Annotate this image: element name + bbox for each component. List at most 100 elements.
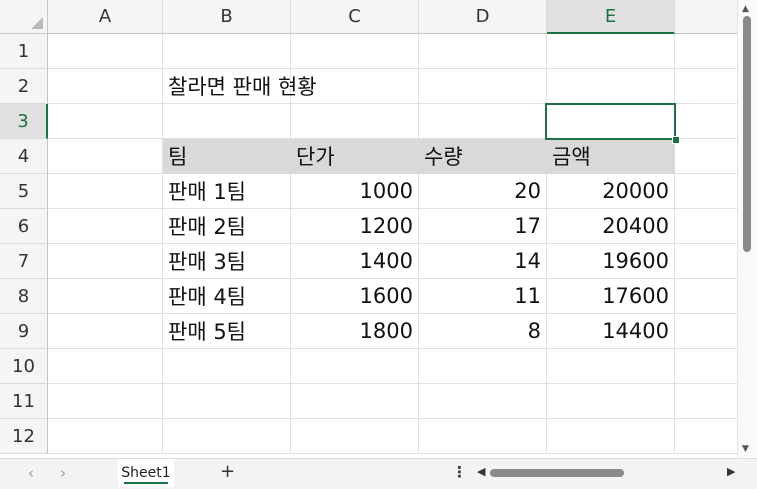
grid-cell[interactable] [547,384,675,419]
table-cell-amount[interactable]: 14400 [547,314,675,349]
table-cell-amount[interactable]: 20400 [547,209,675,244]
scroll-left-icon[interactable]: ◀ [477,465,485,478]
sheet-tab-sheet1[interactable]: Sheet1 [118,459,174,487]
table-cell-quantity[interactable]: 17 [419,209,547,244]
grid-cell[interactable] [675,69,738,104]
grid-cell[interactable] [419,384,547,419]
column-header-blank[interactable] [675,0,738,34]
scroll-down-icon[interactable]: ▼ [742,444,749,454]
table-cell-amount[interactable]: 19600 [547,244,675,279]
vertical-scrollbar[interactable]: ▲ ▼ [737,0,757,458]
grid-cell[interactable] [419,104,547,139]
row-header-10[interactable]: 10 [0,349,48,384]
table-cell-unit-price[interactable]: 1200 [291,209,419,244]
grid-cell[interactable] [163,384,291,419]
grid-cell[interactable] [675,244,738,279]
grid-cell[interactable] [48,314,163,349]
column-header-b[interactable]: B [163,0,291,34]
grid-cell[interactable] [675,139,738,174]
grid-cell[interactable] [675,384,738,419]
row-header-6[interactable]: 6 [0,209,48,244]
grid-cell[interactable] [419,419,547,454]
grid-cell[interactable] [48,279,163,314]
table-cell-amount[interactable]: 17600 [547,279,675,314]
grid-cell[interactable] [48,139,163,174]
grid-cell[interactable] [48,69,163,104]
row-header-4[interactable]: 4 [0,139,48,174]
table-header-unit-price[interactable]: 단가 [291,139,419,174]
grid-cell[interactable] [419,349,547,384]
table-cell-team[interactable]: 판매 1팀 [163,174,291,209]
column-header-a[interactable]: A [48,0,163,34]
next-sheet-icon[interactable]: › [60,464,66,482]
row-header-12[interactable]: 12 [0,419,48,454]
grid-cell[interactable] [419,69,547,104]
table-header-team[interactable]: 팀 [163,139,291,174]
select-all-corner[interactable] [0,0,48,34]
more-options-icon[interactable]: ⋮ [452,463,467,481]
table-cell-quantity[interactable]: 20 [419,174,547,209]
grid-cell[interactable] [291,384,419,419]
grid-cell[interactable] [291,34,419,69]
grid-cell[interactable] [675,314,738,349]
grid-cell[interactable] [547,419,675,454]
sheet-title-cell[interactable]: 찰라면 판매 현황 [163,69,317,104]
table-cell-team[interactable]: 판매 3팀 [163,244,291,279]
scroll-up-icon[interactable]: ▲ [742,4,749,14]
grid-cell[interactable] [48,104,163,139]
spreadsheet-grid[interactable]: A B C D E 1 2 3 4 5 6 7 8 9 10 11 12 찰라면… [0,0,738,458]
table-cell-quantity[interactable]: 8 [419,314,547,349]
grid-cell[interactable] [547,349,675,384]
grid-cell[interactable] [675,209,738,244]
fill-handle[interactable] [672,136,680,144]
grid-cell[interactable] [48,349,163,384]
table-header-amount[interactable]: 금액 [547,139,675,174]
grid-cell[interactable] [48,34,163,69]
grid-cell[interactable] [675,349,738,384]
row-header-11[interactable]: 11 [0,384,48,419]
grid-cell[interactable] [547,69,675,104]
grid-cell[interactable] [163,349,291,384]
table-cell-amount[interactable]: 20000 [547,174,675,209]
grid-cell[interactable] [163,104,291,139]
row-header-5[interactable]: 5 [0,174,48,209]
grid-cell[interactable] [675,279,738,314]
grid-cell[interactable] [48,174,163,209]
grid-cell[interactable] [163,34,291,69]
grid-cell[interactable] [547,34,675,69]
active-cell-selection[interactable] [545,103,676,140]
grid-cell[interactable] [291,349,419,384]
table-cell-quantity[interactable]: 11 [419,279,547,314]
add-sheet-icon[interactable]: + [220,461,235,482]
grid-cell[interactable] [675,419,738,454]
vertical-scroll-thumb[interactable] [743,16,751,252]
grid-cell[interactable] [291,419,419,454]
table-cell-unit-price[interactable]: 1000 [291,174,419,209]
grid-cell[interactable] [48,384,163,419]
column-header-d[interactable]: D [419,0,547,34]
grid-cell[interactable] [48,209,163,244]
grid-cell[interactable] [675,174,738,209]
row-header-3[interactable]: 3 [0,104,48,139]
table-cell-unit-price[interactable]: 1600 [291,279,419,314]
table-cell-team[interactable]: 판매 2팀 [163,209,291,244]
scroll-right-icon[interactable]: ▶ [727,465,735,478]
table-cell-team[interactable]: 판매 5팀 [163,314,291,349]
grid-cell[interactable] [675,34,738,69]
row-header-8[interactable]: 8 [0,279,48,314]
grid-cell[interactable] [291,104,419,139]
row-header-2[interactable]: 2 [0,69,48,104]
grid-cell[interactable] [675,104,738,139]
table-cell-quantity[interactable]: 14 [419,244,547,279]
row-header-9[interactable]: 9 [0,314,48,349]
prev-sheet-icon[interactable]: ‹ [28,464,34,482]
grid-cell[interactable] [163,419,291,454]
table-cell-team[interactable]: 판매 4팀 [163,279,291,314]
grid-cell[interactable] [48,419,163,454]
table-cell-unit-price[interactable]: 1800 [291,314,419,349]
table-cell-unit-price[interactable]: 1400 [291,244,419,279]
grid-cell[interactable] [48,244,163,279]
grid-cell[interactable] [419,34,547,69]
column-header-e[interactable]: E [547,0,675,34]
table-header-quantity[interactable]: 수량 [419,139,547,174]
